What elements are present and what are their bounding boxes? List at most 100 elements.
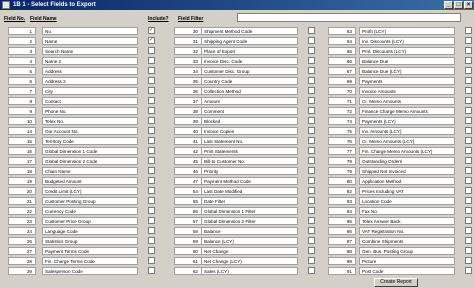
field-row: 69 Payments — [0, 77, 474, 86]
field-number: 84 — [328, 207, 356, 215]
include-checkbox[interactable] — [465, 247, 472, 254]
field-name: Cr. Memo Amounts (LCY) — [359, 137, 455, 145]
include-checkbox[interactable] — [465, 67, 472, 74]
app-icon — [2, 1, 10, 9]
include-checkbox[interactable] — [465, 257, 472, 264]
field-row: 65 Pmt. Discounts (LCY) — [0, 47, 474, 56]
include-checkbox[interactable] — [465, 127, 472, 134]
field-row: 91 Post Code — [0, 267, 474, 276]
field-name: Telex Answer Back — [359, 217, 455, 225]
field-name: Finance Charge Memo Amounts — [359, 107, 455, 115]
field-name: Payments — [359, 77, 455, 85]
field-number: 65 — [328, 47, 356, 55]
field-number: 82 — [328, 187, 356, 195]
close-button[interactable]: × — [464, 1, 473, 9]
field-number: 75 — [328, 127, 356, 135]
include-checkbox[interactable] — [465, 167, 472, 174]
field-row: 63 Profit (LCY) — [0, 27, 474, 36]
include-checkbox[interactable] — [465, 97, 472, 104]
header-field-filter: Field Filter — [178, 16, 204, 22]
include-checkbox[interactable] — [465, 117, 472, 124]
field-name: Gen. Bus. Posting Group — [359, 247, 455, 255]
include-checkbox[interactable] — [465, 177, 472, 184]
field-name: Application Method — [359, 177, 455, 185]
field-row: 64 Inv. Discounts (LCY) — [0, 37, 474, 46]
field-row: 71 Cr. Memo Amounts — [0, 97, 474, 106]
field-name: Fax No. — [359, 207, 455, 215]
field-name: Pmt. Discounts (LCY) — [359, 47, 455, 55]
field-name: Payments (LCY) — [359, 117, 455, 125]
field-name: Profit (LCY) — [359, 27, 455, 35]
field-number: 78 — [328, 157, 356, 165]
header-include: Include? — [148, 16, 169, 22]
field-number: 76 — [328, 137, 356, 145]
include-checkbox[interactable] — [465, 47, 472, 54]
include-checkbox[interactable] — [465, 147, 472, 154]
field-number: 77 — [328, 147, 356, 155]
field-name: Inv. Discounts (LCY) — [359, 37, 455, 45]
window-title: 1B 1 - Select Fields to Export — [13, 2, 96, 8]
field-row: 89 Picture — [0, 257, 474, 266]
field-number: 79 — [328, 167, 356, 175]
field-name: Picture — [359, 257, 455, 265]
field-number: 71 — [328, 97, 356, 105]
field-row: 72 Finance Charge Memo Amounts — [0, 107, 474, 116]
field-name: Shipped Not Invoiced — [359, 167, 455, 175]
field-row: 74 Payments (LCY) — [0, 117, 474, 126]
include-checkbox[interactable] — [465, 207, 472, 214]
field-row: 84 Fax No. — [0, 207, 474, 216]
field-row: 80 Application Method — [0, 177, 474, 186]
include-checkbox[interactable] — [465, 197, 472, 204]
field-number: 64 — [328, 37, 356, 45]
include-checkbox[interactable] — [465, 267, 472, 274]
field-name: Invoice Amounts — [359, 87, 455, 95]
field-row: 85 Telex Answer Back — [0, 217, 474, 226]
include-checkbox[interactable] — [465, 57, 472, 64]
include-checkbox[interactable] — [465, 137, 472, 144]
field-name: Balance Due (LCY) — [359, 67, 455, 75]
field-name: Combine Shipments — [359, 237, 455, 245]
field-name: Post Code — [359, 267, 455, 275]
field-name: VAT Registration No. — [359, 227, 455, 235]
field-number: 85 — [328, 217, 356, 225]
create-report-button[interactable]: Create Report — [374, 278, 418, 287]
field-number: 66 — [328, 57, 356, 65]
field-number: 74 — [328, 117, 356, 125]
title-bar: 1B 1 - Select Fields to Export _ □ × — [0, 0, 474, 10]
include-checkbox[interactable] — [465, 187, 472, 194]
include-checkbox[interactable] — [465, 27, 472, 34]
field-name: Prices Including VAT — [359, 187, 455, 195]
include-checkbox[interactable] — [465, 217, 472, 224]
include-checkbox[interactable] — [465, 157, 472, 164]
field-number: 86 — [328, 227, 356, 235]
field-row: 66 Balance Due — [0, 57, 474, 66]
field-number: 63 — [328, 27, 356, 35]
field-row: 77 Fin. Charge Memo Amounts (LCY) — [0, 147, 474, 156]
field-filter-input[interactable] — [237, 13, 461, 22]
field-number: 83 — [328, 197, 356, 205]
field-row: 67 Balance Due (LCY) — [0, 67, 474, 76]
include-checkbox[interactable] — [465, 87, 472, 94]
field-number: 72 — [328, 107, 356, 115]
include-checkbox[interactable] — [465, 37, 472, 44]
field-row: 86 VAT Registration No. — [0, 227, 474, 236]
field-number: 91 — [328, 267, 356, 275]
field-row: 78 Outstanding Orders — [0, 157, 474, 166]
maximize-button[interactable]: □ — [454, 1, 463, 9]
field-row: 87 Combine Shipments — [0, 237, 474, 246]
field-number: 89 — [328, 257, 356, 265]
include-checkbox[interactable] — [465, 237, 472, 244]
field-row: 79 Shipped Not Invoiced — [0, 167, 474, 176]
include-checkbox[interactable] — [465, 107, 472, 114]
include-checkbox[interactable] — [465, 227, 472, 234]
minimize-button[interactable]: _ — [444, 1, 453, 9]
header-field-name: Field Name — [30, 16, 57, 22]
field-name: Location Code — [359, 197, 455, 205]
field-name: Fin. Charge Memo Amounts (LCY) — [359, 147, 455, 155]
field-name: Cr. Memo Amounts — [359, 97, 455, 105]
header-field-no: Field No. — [4, 16, 26, 22]
field-number: 67 — [328, 67, 356, 75]
include-checkbox[interactable] — [465, 77, 472, 84]
field-number: 87 — [328, 237, 356, 245]
field-row: 83 Location Code — [0, 197, 474, 206]
